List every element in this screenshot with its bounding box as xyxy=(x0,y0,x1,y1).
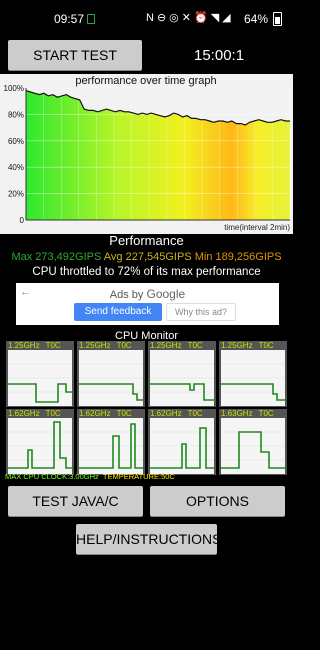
cpu-temperature: TEMPERATURE:50C xyxy=(102,472,175,481)
cpu-core-graph xyxy=(150,350,214,406)
perf-min: Min 189,256GIPS xyxy=(194,251,282,263)
cpu-core-cell: 1.62GHz T0C xyxy=(6,409,74,475)
status-icons: N⊖◎✕⏰◥◢ xyxy=(146,11,234,24)
hotspot-icon: ◎ xyxy=(169,12,182,24)
max-cpu-clock: MAX CPU CLOCK:3.00GHz xyxy=(5,472,99,481)
cpu-core-temp: T0C xyxy=(258,341,274,350)
cpu-core-cell: 1.63GHz T0C xyxy=(219,409,287,475)
options-button[interactable]: OPTIONS xyxy=(150,486,285,516)
status-time: 09:57 xyxy=(54,12,85,26)
signal-icon: ◢ xyxy=(222,12,234,24)
cpu-core-label: 1.62GHz T0C xyxy=(8,409,61,418)
cpu-core-freq: 1.25GHz xyxy=(221,341,253,350)
cpu-core-graph xyxy=(8,418,72,474)
graph-title: performance over time graph xyxy=(75,75,216,87)
cpu-core-freq: 1.63GHz xyxy=(221,409,253,418)
cpu-core-temp: T0C xyxy=(45,409,61,418)
cpu-core-freq: 1.62GHz xyxy=(8,409,40,418)
cpu-core-graph xyxy=(150,418,214,474)
alarm-off-icon: ⏰ xyxy=(194,12,211,24)
help-instructions-button[interactable]: HELP/INSTRUCTIONS xyxy=(76,524,221,554)
y-tick-label: 80% xyxy=(8,110,24,119)
cpu-core-label: 1.62GHz T0C xyxy=(150,409,203,418)
battery-icon xyxy=(273,12,282,26)
performance-graph: 0 20% 40% 60% 80% 100% performance over time g… xyxy=(0,74,293,234)
graph-xlabel: time(interval 2min) xyxy=(224,223,290,232)
wifi-icon: ◥ xyxy=(210,12,223,24)
cpu-core-cell: 1.62GHz T0C xyxy=(148,409,216,475)
cpu-core-label: 1.25GHz T0C xyxy=(150,341,203,350)
cpu-core-graph xyxy=(8,350,72,406)
cpu-core-temp: T0C xyxy=(116,409,132,418)
y-tick-label: 60% xyxy=(8,137,24,146)
y-tick-label: 100% xyxy=(4,84,24,93)
graph-svg: 0 20% 40% 60% 80% 100% performance over time g… xyxy=(0,74,293,234)
cpu-core-freq: 1.62GHz xyxy=(79,409,111,418)
ad-banner[interactable]: ← Ads by Google Send feedback Why this a… xyxy=(16,283,279,325)
test-java-c-button[interactable]: TEST JAVA/C xyxy=(8,486,143,516)
dnd-icon: ⊖ xyxy=(156,12,170,24)
perf-avg: Avg 227,545GIPS xyxy=(103,251,192,263)
mute-icon: ✕ xyxy=(181,12,194,24)
google-logo: Google xyxy=(146,287,186,301)
cpu-core-label: 1.63GHz T0C xyxy=(221,409,274,418)
cpu-core-graph xyxy=(221,418,285,474)
cpu-core-freq: 1.25GHz xyxy=(8,341,40,350)
y-tick-label: 0 xyxy=(20,216,25,225)
cpu-core-cell: 1.25GHz T0C xyxy=(219,341,287,407)
cpu-core-temp: T0C xyxy=(258,409,274,418)
cpu-core-temp: T0C xyxy=(187,341,203,350)
start-test-button[interactable]: START TEST xyxy=(8,40,142,70)
cpu-core-cell: 1.62GHz T0C xyxy=(77,409,145,475)
cpu-core-graph xyxy=(79,418,143,474)
cpu-core-cell: 1.25GHz T0C xyxy=(77,341,145,407)
nfc-icon: N xyxy=(146,12,157,24)
cpu-core-temp: T0C xyxy=(187,409,203,418)
y-tick-label: 20% xyxy=(8,190,24,199)
cpu-core-label: 1.62GHz T0C xyxy=(79,409,132,418)
send-feedback-button[interactable]: Send feedback xyxy=(74,303,162,321)
cpu-core-temp: T0C xyxy=(116,341,132,350)
cpu-core-graph xyxy=(221,350,285,406)
battery-percent: 64% xyxy=(244,12,269,26)
cpu-core-label: 1.25GHz T0C xyxy=(221,341,274,350)
y-tick-label: 40% xyxy=(8,163,24,172)
perf-max: Max 273,492GIPS xyxy=(11,251,102,263)
ads-by-google: Ads by Google xyxy=(16,287,279,301)
cpu-core-freq: 1.25GHz xyxy=(79,341,111,350)
why-this-ad-label: Why this ad? xyxy=(174,307,228,317)
cpu-core-label: 1.25GHz T0C xyxy=(8,341,61,350)
cpu-core-freq: 1.62GHz xyxy=(150,409,182,418)
test-timer: 15:00:1 xyxy=(194,47,245,64)
cpu-core-cell: 1.25GHz T0C xyxy=(148,341,216,407)
throttle-text: CPU throttled to 72% of its max performa… xyxy=(32,266,261,278)
cpu-core-label: 1.25GHz T0C xyxy=(79,341,132,350)
status-bar: 09:57 N⊖◎✕⏰◥◢ 64% xyxy=(0,0,293,34)
performance-title: Performance xyxy=(109,233,184,248)
cpu-info: MAX CPU CLOCK:3.00GHz TEMPERATURE:50C xyxy=(5,472,175,481)
cpu-core-graph xyxy=(79,350,143,406)
cpu-core-freq: 1.25GHz xyxy=(150,341,182,350)
why-this-ad-button[interactable]: Why this ad? xyxy=(166,303,236,321)
cpu-core-cell: 1.25GHz T0C xyxy=(6,341,74,407)
performance-stats: Max 273,492GIPS Avg 227,545GIPS Min 189,… xyxy=(0,251,293,263)
cpu-core-temp: T0C xyxy=(45,341,61,350)
cpu-monitor-grid: 1.25GHz T0C 1.25GHz T0C 1.25GHz T0C 1.25GHz T0C… xyxy=(6,341,287,481)
notification-icon xyxy=(87,14,95,24)
ads-by-label: Ads by xyxy=(109,289,144,301)
